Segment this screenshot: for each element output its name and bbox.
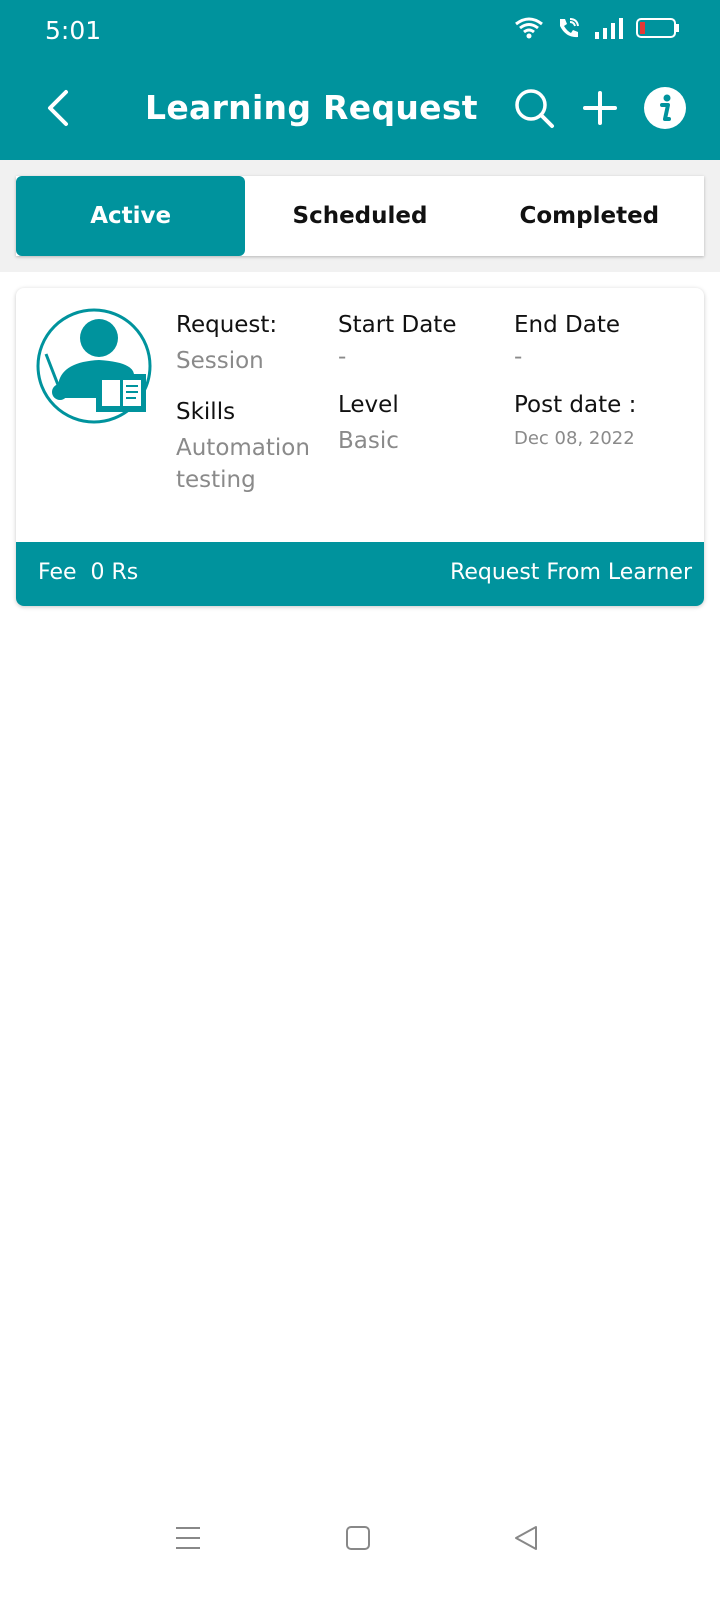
skills-value-line2: testing [176, 467, 256, 493]
level-label: Level [338, 392, 399, 418]
request-label: Request: [176, 312, 278, 338]
info-button[interactable] [643, 86, 687, 134]
skills-value-line1: Automation [176, 435, 310, 461]
search-icon [513, 87, 555, 133]
back-button[interactable] [40, 90, 76, 130]
level-value: Basic [338, 428, 399, 454]
status-time: 5:01 [45, 16, 102, 45]
learning-request-card[interactable]: Request: Session Start Date - End Date -… [16, 288, 704, 606]
wifi-icon [514, 16, 544, 44]
tab-completed[interactable]: Completed [475, 176, 704, 256]
skills-label: Skills [176, 399, 236, 425]
menu-icon [174, 1524, 202, 1556]
app-header: 5:01 Learning Request [0, 0, 720, 160]
request-value: Session [176, 348, 264, 374]
signal-icon [594, 17, 624, 43]
teacher-avatar-icon [36, 308, 152, 424]
page-title: Learning Request [145, 88, 478, 127]
back-triangle-icon [512, 1524, 540, 1556]
status-icons [514, 16, 680, 44]
start-date-value: - [338, 344, 347, 370]
end-date-value: - [514, 344, 523, 370]
wifi-call-icon [556, 16, 582, 44]
search-button[interactable] [512, 88, 556, 132]
home-button[interactable] [338, 1520, 378, 1560]
add-button[interactable] [580, 90, 620, 130]
system-navigation-bar [0, 1510, 720, 1600]
tab-active[interactable]: Active [16, 176, 246, 256]
request-source-text: Request From Learner [450, 560, 692, 585]
card-footer: Fee 0 Rs Request From Learner [16, 542, 704, 606]
post-date-value: Dec 08, 2022 [514, 428, 635, 449]
post-date-label: Post date : [514, 392, 637, 418]
menu-button[interactable] [168, 1520, 208, 1560]
start-date-label: Start Date [338, 312, 457, 338]
back-nav-button[interactable] [506, 1520, 546, 1560]
plus-icon [583, 91, 617, 129]
tab-scheduled[interactable]: Scheduled [245, 176, 474, 256]
home-icon [344, 1524, 372, 1556]
fee-text: Fee 0 Rs [38, 560, 139, 585]
back-arrow-icon [44, 88, 72, 132]
battery-icon [636, 17, 680, 43]
end-date-label: End Date [514, 312, 620, 338]
tab-bar: Active Scheduled Completed [16, 176, 704, 256]
info-icon [643, 86, 687, 134]
